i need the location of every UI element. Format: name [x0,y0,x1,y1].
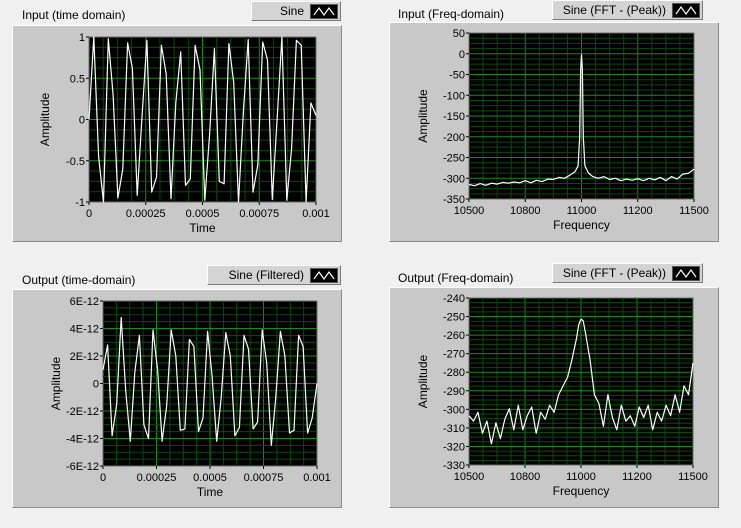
x-tick-label: 0.00025 [137,472,177,484]
y-tick-label: -250 [443,312,465,324]
graph-panel-input-time: 0 0.00025 0.0005 0.00075 0.001 1 0.5 0 -0.5 -1 Tim… [12,25,342,242]
plot-legend-input-freq[interactable]: Sine (FFT - (Peak)) [552,0,703,20]
x-axis-label: Frequency [553,218,610,232]
legend-label: Sine (FFT - (Peak)) [562,3,666,17]
x-tick-label: 11500 [678,471,708,483]
x-tick-label: 0.001 [303,472,331,484]
x-tick-label: 10500 [454,205,485,217]
x-tick-label: 10800 [510,471,541,483]
plot-area-output-freq[interactable]: 10500 10800 11000 11200 11500 -240 -250 -260 -27… [390,288,720,509]
y-tick-label: -50 [449,70,465,82]
y-axis-label: Amplitude [49,357,63,411]
graph-panel-output-time: 0 0.00025 0.0005 0.00075 0.001 6E-12 4E-12 2E-1… [12,289,342,508]
x-tick-label: 11000 [567,205,597,217]
plot-legend-output-freq[interactable]: Sine (FFT - (Peak)) [552,263,703,283]
legend-label: Sine (Filtered) [228,268,304,282]
plot-legend-input-time[interactable]: Sine [251,1,341,21]
x-axis-label: Time [189,221,216,235]
y-tick-label: 1 [79,32,85,44]
y-tick-label: -270 [443,349,465,361]
y-tick-label: -150 [443,111,465,123]
y-tick-label: -6E-12 [66,461,99,473]
y-tick-label: -2E-12 [66,406,99,418]
y-tick-label: -100 [443,90,465,102]
graph-title-output-freq: Output (Freq-domain) [398,271,514,285]
y-axis-label: Amplitude [416,89,430,143]
y-tick-label: 0 [459,49,465,61]
y-tick-label: -300 [443,173,465,185]
x-tick-label: 11500 [679,205,709,217]
x-tick-label: 0.00025 [126,208,166,220]
graph-title-input-time: Input (time domain) [22,8,126,22]
x-tick-label: 0.0005 [186,208,220,220]
graph-panel-output-freq: 10500 10800 11000 11200 11500 -240 -250 -260 -27… [389,287,719,508]
y-tick-label: -330 [443,460,465,472]
legend-label: Sine (FFT - (Peak)) [562,266,666,280]
graph-title-input-freq: Input (Freq-domain) [398,7,505,21]
x-axis-label: Time [197,485,224,499]
y-tick-label: 6E-12 [70,296,99,308]
line-style-icon [672,265,700,281]
y-tick-label: -300 [443,404,465,416]
y-tick-label: 4E-12 [70,324,99,336]
x-tick-label: 0.00075 [239,208,279,220]
x-tick-label: 0 [100,472,106,484]
x-tick-label: 11200 [622,471,652,483]
x-tick-label: 11200 [623,205,653,217]
x-tick-label: 0.001 [302,208,330,220]
y-tick-label: -250 [443,153,465,165]
line-style-icon [672,2,700,18]
x-tick-label: 11000 [566,471,596,483]
y-tick-label: 50 [453,28,465,40]
y-tick-label: -280 [443,367,465,379]
line-style-icon [310,3,338,19]
x-tick-label: 0 [86,208,92,220]
x-tick-label: 10800 [510,205,541,217]
y-tick-label: 0.5 [70,73,85,85]
y-axis-label: Amplitude [38,93,52,147]
plot-area-output-time[interactable]: 0 0.00025 0.0005 0.00075 0.001 6E-12 4E-12 2E-1… [13,290,343,509]
y-tick-label: -350 [443,194,465,206]
y-tick-label: -240 [443,293,465,305]
y-tick-label: -290 [443,386,465,398]
y-tick-label: -1 [75,197,85,209]
y-tick-label: 0 [79,115,85,127]
line-style-icon [310,267,338,283]
y-tick-label: -310 [443,423,465,435]
x-tick-label: 10500 [454,471,485,483]
plot-area-input-time[interactable]: 0 0.00025 0.0005 0.00075 0.001 1 0.5 0 -0.5 -1 Tim… [13,26,343,243]
y-axis-label: Amplitude [416,355,430,409]
y-tick-label: 2E-12 [70,351,99,363]
y-tick-label: -200 [443,132,465,144]
y-tick-label: -0.5 [66,156,85,168]
y-tick-label: -260 [443,330,465,342]
legend-label: Sine [279,4,304,18]
plot-legend-output-time[interactable]: Sine (Filtered) [207,265,341,285]
plot-area-input-freq[interactable]: 10500 10800 11000 11200 11500 50 0 -50 -100 -150 -… [390,23,720,243]
x-tick-label: 0.0005 [193,472,227,484]
x-axis-label: Frequency [553,484,610,498]
x-tick-label: 0.00075 [244,472,284,484]
y-tick-label: -4E-12 [66,434,99,446]
y-tick-label: -320 [443,441,465,453]
y-tick-label: 0 [93,379,99,391]
graph-panel-input-freq: 10500 10800 11000 11200 11500 50 0 -50 -100 -150 -… [389,22,719,242]
graph-title-output-time: Output (time-domain) [22,273,136,287]
